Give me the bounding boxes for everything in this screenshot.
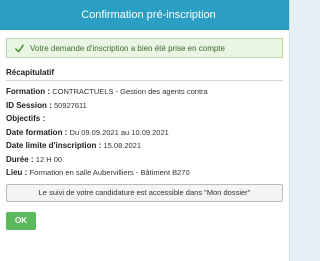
field-label: Durée :	[6, 154, 36, 164]
field-value: 15.08.2021	[103, 141, 142, 150]
success-alert: Votre demande d'inscription a bien été p…	[6, 38, 283, 58]
field-objectifs: Objectifs :	[6, 112, 283, 126]
check-icon	[15, 44, 24, 53]
dialog-body: Votre demande d'inscription a bien été p…	[0, 30, 289, 230]
ok-button[interactable]: OK	[6, 211, 36, 230]
field-label: Date limite d'inscription :	[6, 141, 104, 150]
field-value: 50927611	[54, 100, 87, 110]
field-session: ID Session : 50927611	[6, 99, 283, 113]
confirmation-dialog: Confirmation pré-inscription Votre deman…	[0, 0, 290, 261]
follow-up-text: Le suivi de votre candidature est access…	[38, 188, 251, 197]
dialog-titlebar: Confirmation pré-inscription	[0, 0, 289, 30]
field-formation: Formation : CONTRACTUELS - Gestion des a…	[6, 85, 283, 99]
section-title: Récapitulatif	[6, 68, 283, 81]
field-value: Du 09.09.2021 au 10.09.2021	[69, 127, 169, 137]
field-date-limite: Date limite d'inscription : 15.08.2021	[6, 139, 283, 153]
follow-up-info: Le suivi de votre candidature est access…	[6, 183, 283, 202]
field-label: ID Session :	[6, 100, 55, 110]
dialog-title: Confirmation pré-inscription	[81, 9, 216, 21]
field-value: Formation en salle Aubervilliers - Bâtim…	[29, 168, 190, 177]
success-message: Votre demande d'inscription a bien été p…	[30, 43, 225, 53]
field-lieu: Lieu : Formation en salle Aubervilliers …	[6, 166, 283, 180]
summary-fields: Formation : CONTRACTUELS - Gestion des a…	[6, 85, 283, 180]
field-label: Date formation :	[6, 127, 70, 137]
field-label: Lieu :	[6, 168, 30, 177]
field-value: CONTRACTUELS - Gestion des agents contra	[52, 87, 208, 96]
field-duree: Durée : 12 H 00	[6, 153, 283, 167]
field-date-formation: Date formation : Du 09.09.2021 au 10.09.…	[6, 126, 283, 140]
field-label: Formation :	[6, 87, 53, 96]
field-label: Objectifs :	[6, 114, 46, 123]
field-value: 12 H 00	[35, 154, 63, 164]
